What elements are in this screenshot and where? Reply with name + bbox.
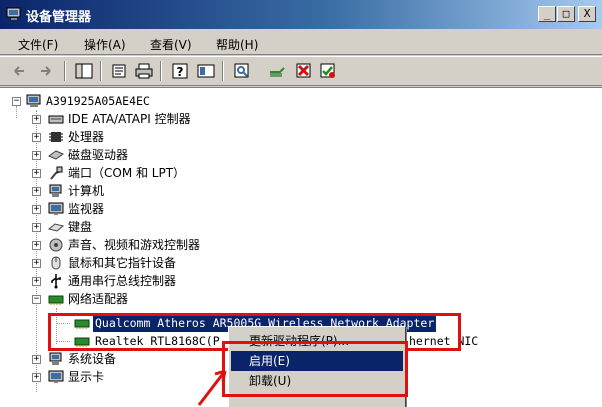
tree-root[interactable]: − A391925A05AE4EC: [0, 92, 300, 110]
port-icon: [50, 166, 63, 180]
expand-toggle[interactable]: +: [32, 259, 41, 268]
ide-controller-icon: [48, 115, 64, 124]
enable-highlight-box: [222, 341, 408, 397]
tree-item[interactable]: + 计算机: [0, 182, 300, 200]
toolbar-separator: [160, 61, 162, 81]
window-title: 设备管理器: [26, 10, 92, 25]
expand-toggle[interactable]: +: [32, 187, 41, 196]
tree-item-label: 计算机: [68, 184, 105, 198]
tree-item-label: 监视器: [68, 202, 105, 216]
collapse-toggle[interactable]: −: [32, 295, 41, 304]
tree-item-label: 系统设备: [68, 352, 117, 366]
tree-item-label: IDE ATA/ATAPI 控制器: [68, 112, 191, 126]
menu-view[interactable]: 查看(V): [150, 36, 192, 53]
menu-action[interactable]: 操作(A): [84, 36, 126, 53]
svg-text:?: ?: [177, 65, 184, 79]
tree-item-label: 显示卡: [68, 370, 105, 384]
back-arrow-icon[interactable]: [10, 62, 30, 80]
update-driver-icon[interactable]: [268, 62, 288, 80]
print-icon[interactable]: [134, 62, 154, 80]
tree-item[interactable]: + 鼠标和其它指针设备: [0, 254, 300, 272]
menu-bar: 文件(F) 操作(A) 查看(V) 帮助(H): [0, 29, 602, 55]
tree-item-label: 磁盘驱动器: [68, 148, 129, 162]
title-bar[interactable]: 设备管理器 _ □ X: [0, 0, 602, 29]
uninstall-icon[interactable]: [294, 62, 314, 80]
usb-icon: [51, 274, 61, 289]
tree-item[interactable]: + 键盘: [0, 218, 300, 236]
toolbar-separator: [222, 61, 224, 81]
mouse-icon: [51, 256, 61, 270]
sound-controller-icon: [49, 238, 63, 252]
expand-toggle[interactable]: +: [32, 373, 41, 382]
tree-item-label: 鼠标和其它指针设备: [68, 256, 177, 270]
toolbar: ?: [0, 56, 602, 86]
close-button[interactable]: X: [578, 6, 596, 22]
tree-item[interactable]: + 通用串行总线控制器: [0, 272, 300, 290]
expand-toggle[interactable]: +: [32, 151, 41, 160]
toolbar-separator: [64, 61, 66, 81]
tree-item-label: 端口（COM 和 LPT）: [68, 166, 186, 180]
show-hide-tree-icon[interactable]: [74, 62, 94, 80]
keyboard-icon: [48, 223, 64, 232]
network-adapter-icon: [48, 295, 64, 305]
tree-item-label: 键盘: [68, 220, 93, 234]
expand-toggle[interactable]: +: [32, 169, 41, 178]
view-icon[interactable]: [196, 62, 216, 80]
tree-item[interactable]: + 系统设备: [0, 350, 220, 368]
collapse-toggle[interactable]: −: [12, 97, 21, 106]
minimize-button[interactable]: _: [538, 6, 556, 22]
expand-toggle[interactable]: +: [32, 241, 41, 250]
tree-item[interactable]: + 声音、视频和游戏控制器: [0, 236, 300, 254]
expand-toggle[interactable]: +: [32, 115, 41, 124]
root-label: A391925A05AE4EC: [46, 94, 150, 108]
disable-icon[interactable]: [318, 62, 338, 80]
menu-help[interactable]: 帮助(H): [216, 36, 258, 53]
tree-item-label: 网络适配器: [68, 292, 129, 306]
display-adapter-icon: [48, 370, 64, 383]
maximize-button[interactable]: □: [557, 6, 575, 22]
monitor-icon: [48, 202, 64, 215]
scan-hardware-icon[interactable]: [232, 62, 252, 80]
tree-item-label: 处理器: [68, 130, 105, 144]
forward-arrow-icon[interactable]: [36, 62, 56, 80]
expand-toggle[interactable]: +: [32, 223, 41, 232]
properties-icon[interactable]: [110, 62, 130, 80]
device-manager-icon: [6, 7, 21, 20]
tree-item-label: 声音、视频和游戏控制器: [68, 238, 201, 252]
computer-icon: [49, 184, 62, 197]
help-icon[interactable]: ?: [170, 62, 190, 80]
tree-item[interactable]: + IDE ATA/ATAPI 控制器: [0, 110, 300, 128]
tree-item[interactable]: + 监视器: [0, 200, 300, 218]
expand-toggle[interactable]: +: [32, 355, 41, 364]
tree-item[interactable]: + 处理器: [0, 128, 300, 146]
tree-item[interactable]: + 显示卡: [0, 368, 220, 386]
tree-item-network-adapters[interactable]: − 网络适配器: [0, 290, 300, 308]
system-devices-icon: [49, 352, 62, 365]
menu-file[interactable]: 文件(F): [18, 36, 58, 53]
device-manager-window: 设备管理器 _ □ X 文件(F) 操作(A) 查看(V) 帮助(H) ? − …: [0, 0, 602, 407]
processor-icon: [49, 132, 63, 142]
expand-toggle[interactable]: +: [32, 133, 41, 142]
expand-toggle[interactable]: +: [32, 205, 41, 214]
toolbar-separator: [100, 61, 102, 81]
expand-toggle[interactable]: +: [32, 277, 41, 286]
tree-item[interactable]: + 磁盘驱动器: [0, 146, 300, 164]
red-arrow-icon: [197, 369, 227, 406]
computer-icon: [26, 94, 41, 107]
tree-item-label: 通用串行总线控制器: [68, 274, 177, 288]
tree-item[interactable]: + 端口（COM 和 LPT）: [0, 164, 300, 182]
disk-drive-icon: [48, 150, 64, 160]
